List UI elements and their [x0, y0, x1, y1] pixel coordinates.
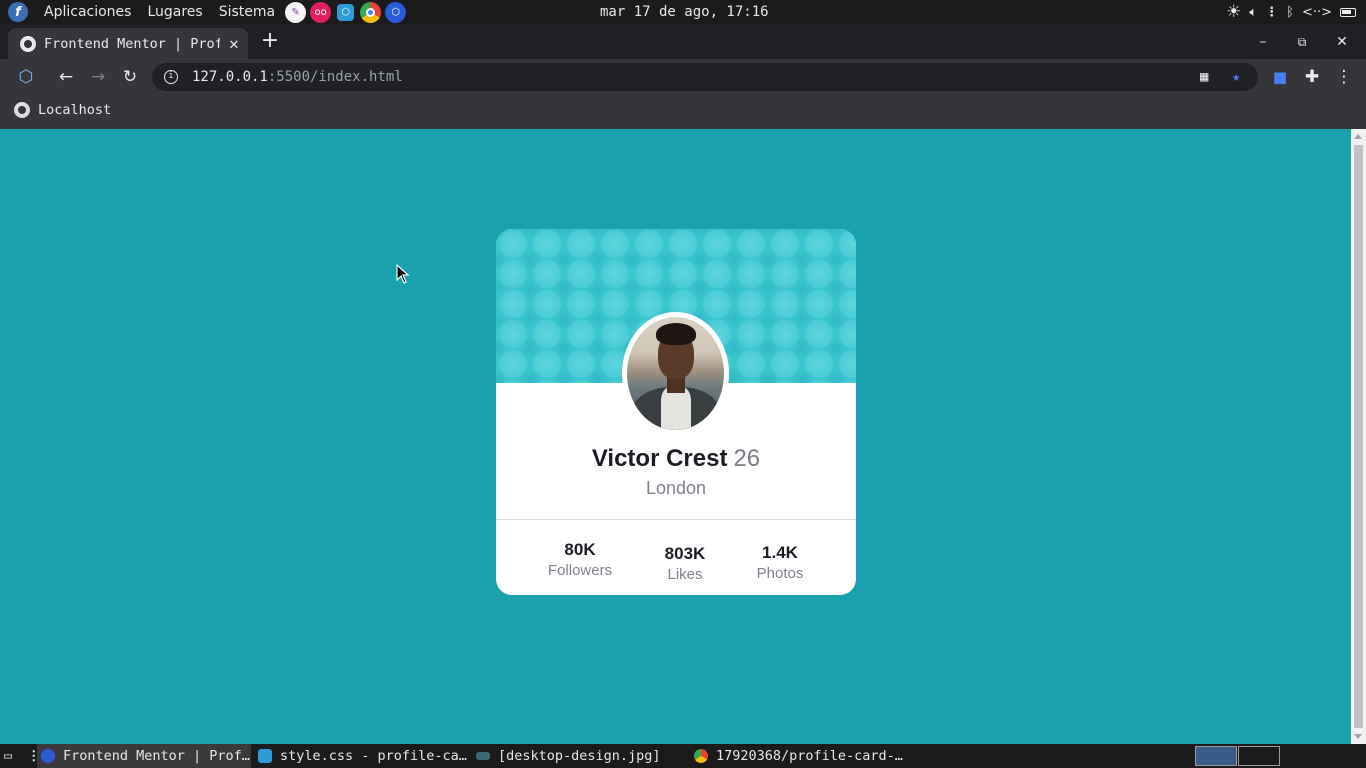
stat-likes: 803K Likes [630, 544, 740, 585]
address-bar[interactable]: i 127.0.0.1:5500/index.html ▦ ★ [152, 63, 1258, 91]
profile-name: Victor Crest [591, 445, 728, 472]
stat-label: Followers [547, 562, 613, 579]
page-scrollbar[interactable] [1351, 129, 1366, 744]
kebab-menu-icon[interactable]: ⋮ [1332, 65, 1356, 89]
chrome-icon[interactable] [360, 1, 382, 23]
new-tab-button[interactable]: + [258, 30, 282, 54]
fedora-icon[interactable]: f [8, 2, 28, 22]
reload-icon[interactable]: ↻ [118, 65, 142, 89]
close-tab-icon[interactable]: ✕ [220, 34, 248, 53]
battery-icon[interactable] [1340, 7, 1356, 17]
brave-icon [41, 749, 55, 763]
url-host: 127.0.0.1 [192, 69, 268, 85]
vscode-icon [258, 749, 272, 763]
tab-favicon-icon [20, 35, 36, 52]
stat-value: 803K [664, 544, 706, 563]
tab-frontend-mentor[interactable]: Frontend Mentor | Prof ✕ [8, 28, 248, 59]
top-panel: f Aplicaciones Lugares Sistema ✎ oo ⬡ ⬡ … [0, 0, 1366, 24]
stat-value: 1.4K [762, 543, 798, 562]
qr-icon[interactable]: ▦ [1200, 69, 1208, 85]
taskbar-handle-icon[interactable]: ⋮ [27, 744, 35, 768]
restore-icon[interactable]: ⧉ [1290, 30, 1314, 54]
pencil-icon[interactable]: ✎ [285, 1, 307, 23]
stat-label: Likes [667, 566, 703, 583]
flickr-icon[interactable]: oo [310, 1, 332, 23]
scroll-up-icon[interactable] [1354, 134, 1362, 139]
bookmark-favicon-icon [14, 102, 30, 118]
vscode-icon[interactable]: ⬡ [337, 3, 355, 21]
minimize-icon[interactable]: – [1251, 30, 1275, 54]
bluetooth-icon[interactable]: ᛒ [1286, 5, 1294, 20]
menu-sistema[interactable]: Sistema [211, 0, 283, 24]
browser-toolbar: ⬡ ← → ↻ i 127.0.0.1:5500/index.html ▦ ★ … [0, 59, 1366, 95]
image-viewer-icon [476, 752, 490, 760]
mouse-cursor-icon [396, 264, 410, 284]
back-icon[interactable]: ← [54, 65, 78, 89]
clock[interactable]: mar 17 de ago, 17:16 [600, 0, 769, 24]
network-icon[interactable]: <··> [1302, 5, 1332, 20]
forward-icon[interactable]: → [86, 65, 110, 89]
profile-card: Victor Crest 26 London 80K Followers 803K… [496, 229, 856, 595]
star-icon[interactable]: ★ [1232, 69, 1240, 85]
task-label: 17920368/profile-card-… [716, 748, 903, 764]
show-desktop-icon[interactable]: ▭ [4, 744, 20, 768]
workspace-1[interactable] [1195, 746, 1237, 766]
menu-lugares[interactable]: Lugares [139, 0, 210, 24]
task-style-css[interactable]: style.css - profile-ca… [258, 744, 470, 768]
task-desktop-design[interactable]: [desktop-design.jpg] [476, 744, 666, 768]
tab-title: Frontend Mentor | Prof [44, 35, 220, 52]
info-icon[interactable]: i [164, 70, 178, 84]
more-icon[interactable]: ⋮ [1265, 5, 1278, 20]
scroll-thumb[interactable] [1354, 145, 1363, 728]
task-label: style.css - profile-ca… [280, 748, 467, 764]
menu-aplicaciones[interactable]: Aplicaciones [36, 0, 139, 24]
taskbar: ▭ ⋮ Frontend Mentor | Prof… style.css - … [0, 744, 1366, 768]
stat-label: Photos [756, 565, 804, 582]
task-frontend-mentor[interactable]: Frontend Mentor | Prof… [37, 744, 251, 768]
volume-icon[interactable]: 🔈︎ [1249, 5, 1257, 20]
profile-icon[interactable]: ⬡ [14, 65, 38, 89]
bookmark-localhost[interactable]: Localhost [14, 102, 111, 118]
stat-followers: 80K Followers [525, 540, 635, 581]
camera-icon[interactable]: ■ [1268, 65, 1292, 89]
bookmarks-bar: Localhost [0, 95, 1366, 129]
brightness-icon[interactable]: ☀ [1226, 2, 1241, 22]
profile-name-line: Victor Crest 26 [496, 444, 856, 474]
chrome-icon [694, 749, 708, 763]
url-path: :5500/index.html [267, 69, 403, 85]
tab-strip: Frontend Mentor | Prof ✕ + – ⧉ ✕ [0, 24, 1366, 59]
stat-photos: 1.4K Photos [725, 543, 835, 584]
card-divider [496, 519, 856, 520]
close-window-icon[interactable]: ✕ [1330, 30, 1354, 54]
workspace-2[interactable] [1238, 746, 1280, 766]
scroll-down-icon[interactable] [1354, 734, 1362, 739]
brave-icon[interactable]: ⬡ [385, 1, 407, 23]
bookmark-label: Localhost [38, 102, 112, 118]
profile-city: London [645, 478, 707, 498]
stat-value: 80K [564, 540, 596, 559]
task-profile-card[interactable]: 17920368/profile-card-… [694, 744, 906, 768]
task-label: Frontend Mentor | Prof… [63, 748, 250, 764]
puzzle-icon[interactable]: ✚ [1300, 65, 1324, 89]
avatar [627, 317, 724, 430]
task-label: [desktop-design.jpg] [498, 748, 661, 764]
profile-age: 26 [733, 445, 761, 472]
